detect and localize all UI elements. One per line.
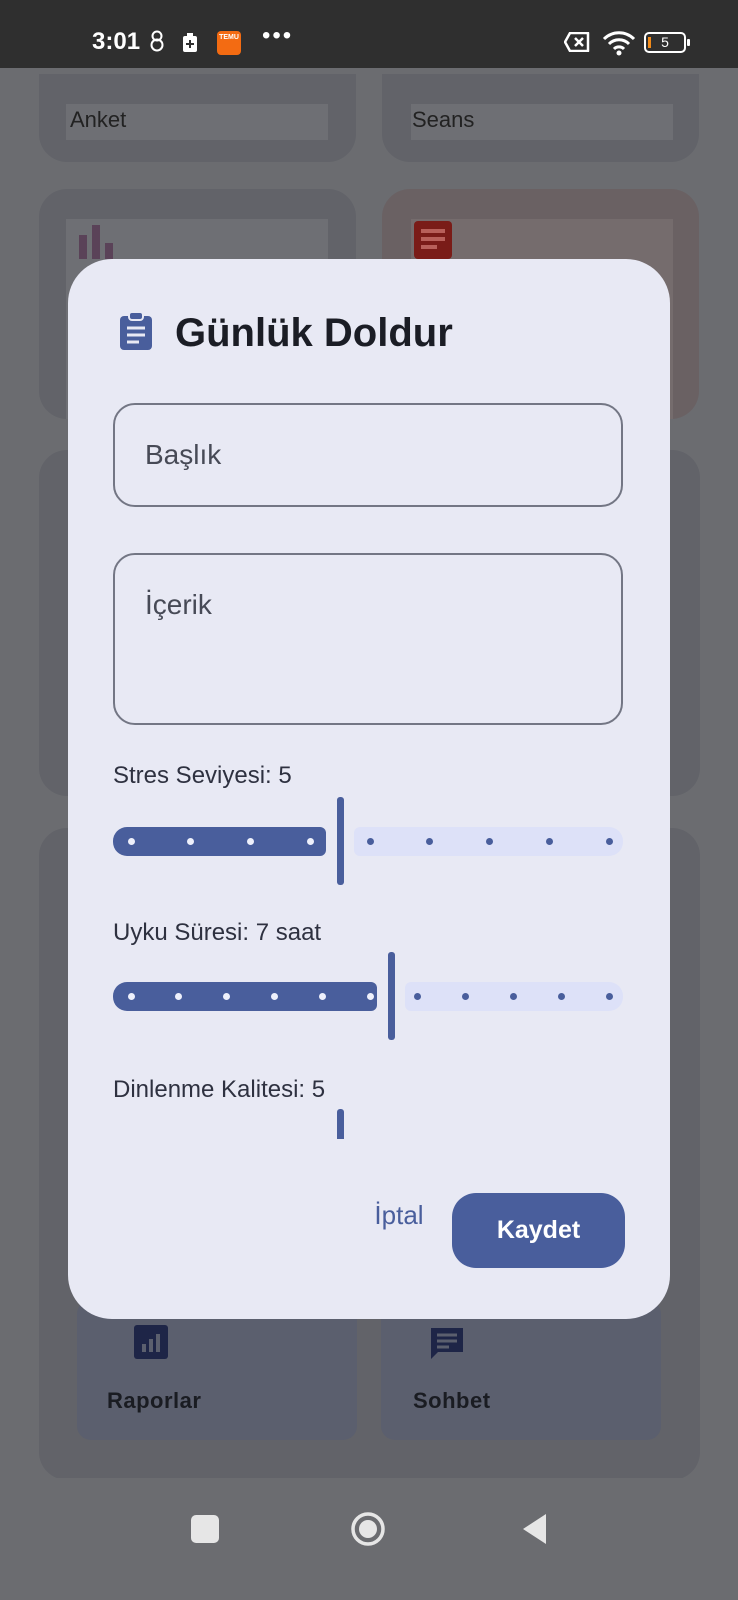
slider-active-track (113, 982, 377, 1011)
navigation-bar (0, 1478, 738, 1600)
slider-tick (366, 837, 374, 845)
slider-tick (223, 992, 231, 1000)
cancel-button[interactable]: İptal (344, 1189, 454, 1241)
tile-label: Sohbet (413, 1388, 491, 1413)
no-sim-icon (564, 32, 590, 52)
background-card-seans: Seans (382, 74, 699, 162)
wifi-icon (602, 31, 636, 56)
back-button[interactable] (520, 1512, 548, 1546)
slider-tick (366, 992, 374, 1000)
sleep-slider-label: Uyku Süresi: 7 saat (113, 919, 322, 946)
slider-tick (545, 837, 553, 845)
clock: 3:01 (92, 28, 141, 55)
slider-tick (127, 992, 135, 1000)
slider-thumb[interactable] (337, 1109, 344, 1139)
status-bar: 3:01 TEMU ••• 5 (0, 0, 738, 68)
bar-chart-icon (79, 225, 113, 259)
home-circle-icon (351, 1512, 385, 1546)
back-triangle-icon (523, 1514, 546, 1544)
article-icon (414, 221, 452, 259)
recents-button[interactable] (191, 1515, 219, 1543)
slider-tick (486, 837, 493, 845)
slider-thumb[interactable] (337, 797, 344, 885)
tile-raporlar: Raporlar (77, 1300, 357, 1440)
dialog-title: Günlük Doldur (175, 311, 453, 355)
slider-tick (270, 992, 278, 1000)
slider-tick (605, 837, 613, 845)
chat-icon (431, 1328, 463, 1359)
sleep-duration-slider[interactable] (113, 952, 623, 1040)
slider-tick (414, 992, 422, 1000)
slider-tick (318, 992, 326, 1000)
tile-sohbet: Sohbet (381, 1300, 661, 1440)
background-card-label: Seans (412, 107, 475, 132)
save-button[interactable]: Kaydet (452, 1193, 625, 1268)
slider-tick (175, 992, 183, 1000)
slider-tick (187, 837, 195, 845)
content-textarea[interactable] (113, 553, 623, 725)
title-input[interactable] (113, 403, 623, 507)
background-card-anket: Anket (39, 74, 356, 162)
snowman-icon (150, 30, 164, 52)
tile-label: Raporlar (107, 1388, 202, 1413)
slider-tick (462, 992, 470, 1000)
more-dots-icon: ••• (262, 22, 294, 49)
bar-chart-icon (134, 1325, 168, 1359)
diary-entry-dialog: Günlük Doldur Stres Seviyesi: 5 Uyku Sür… (68, 259, 670, 1319)
home-button[interactable] (350, 1511, 386, 1547)
slider-tick (306, 837, 314, 845)
slider-tick (426, 837, 434, 845)
battery-saver-icon (183, 33, 197, 52)
clipboard-icon (120, 311, 152, 350)
slider-active-track (113, 827, 326, 856)
battery-icon: 5 (644, 32, 690, 53)
rest-quality-slider-clip (113, 1109, 623, 1139)
stress-slider-label: Stres Seviyesi: 5 (113, 762, 292, 789)
slider-thumb[interactable] (388, 952, 395, 1040)
slider-tick (509, 992, 517, 1000)
slider-tick (127, 837, 135, 845)
background-card-label: Anket (70, 107, 127, 132)
temu-app-icon: TEMU (217, 31, 241, 55)
slider-tick (557, 992, 565, 1000)
stress-level-slider[interactable] (113, 797, 623, 885)
slider-tick (247, 837, 254, 845)
slider-tick (605, 992, 613, 1000)
rest-quality-slider[interactable] (113, 1109, 623, 1139)
rest-quality-slider-label: Dinlenme Kalitesi: 5 (113, 1076, 326, 1103)
